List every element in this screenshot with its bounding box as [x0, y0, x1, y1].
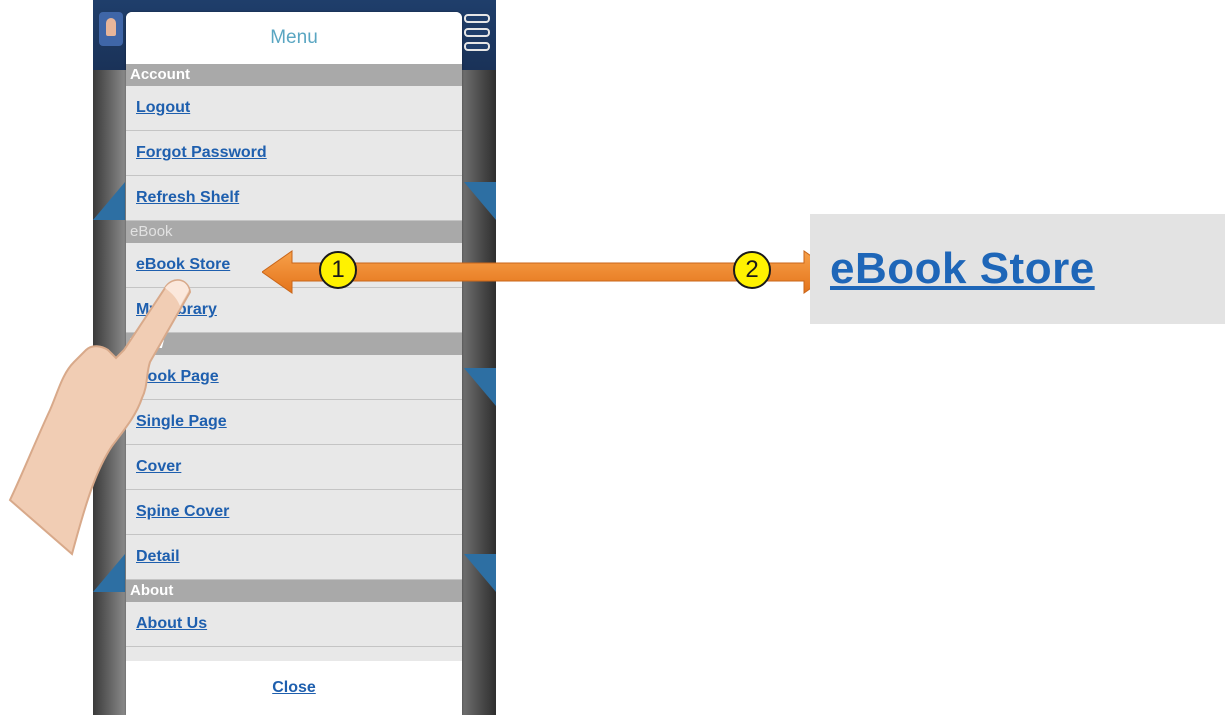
step-badge-2: 2: [733, 251, 771, 289]
menu-item-label: About Us: [136, 615, 208, 632]
shelf-edge-right: [464, 182, 496, 220]
menu-item-label: Refresh Shelf: [136, 189, 240, 206]
hamburger-icon[interactable]: [464, 14, 490, 51]
menu-title: Menu: [270, 27, 318, 48]
menu-item-forgot-password[interactable]: Forgot Password: [126, 131, 462, 176]
menu-footer: Close: [126, 661, 462, 715]
finger-pointer-icon: [8, 279, 192, 556]
section-ebook: eBook: [126, 221, 462, 243]
menu-item-refresh-shelf[interactable]: Refresh Shelf: [126, 176, 462, 221]
menu-item-label: Forgot Password: [136, 144, 267, 161]
menu-item-logout[interactable]: Logout: [126, 86, 462, 131]
close-button[interactable]: Close: [272, 679, 316, 697]
zoomed-callout: eBook Store: [810, 214, 1225, 324]
menu-item-label: Logout: [136, 99, 191, 116]
shelf-edge-right: [464, 554, 496, 592]
section-account: Account: [126, 64, 462, 86]
section-about: About: [126, 580, 462, 602]
hand-shape: [8, 279, 192, 556]
step-badge-1: 1: [319, 251, 357, 289]
shelf-edge-left: [93, 182, 125, 220]
menu-item-about-us[interactable]: About Us: [126, 602, 462, 647]
app-logo-icon: [99, 12, 123, 46]
shelf-edge-right: [464, 368, 496, 406]
menu-header: Menu: [126, 12, 462, 64]
zoomed-ebook-store-label: eBook Store: [830, 244, 1095, 293]
